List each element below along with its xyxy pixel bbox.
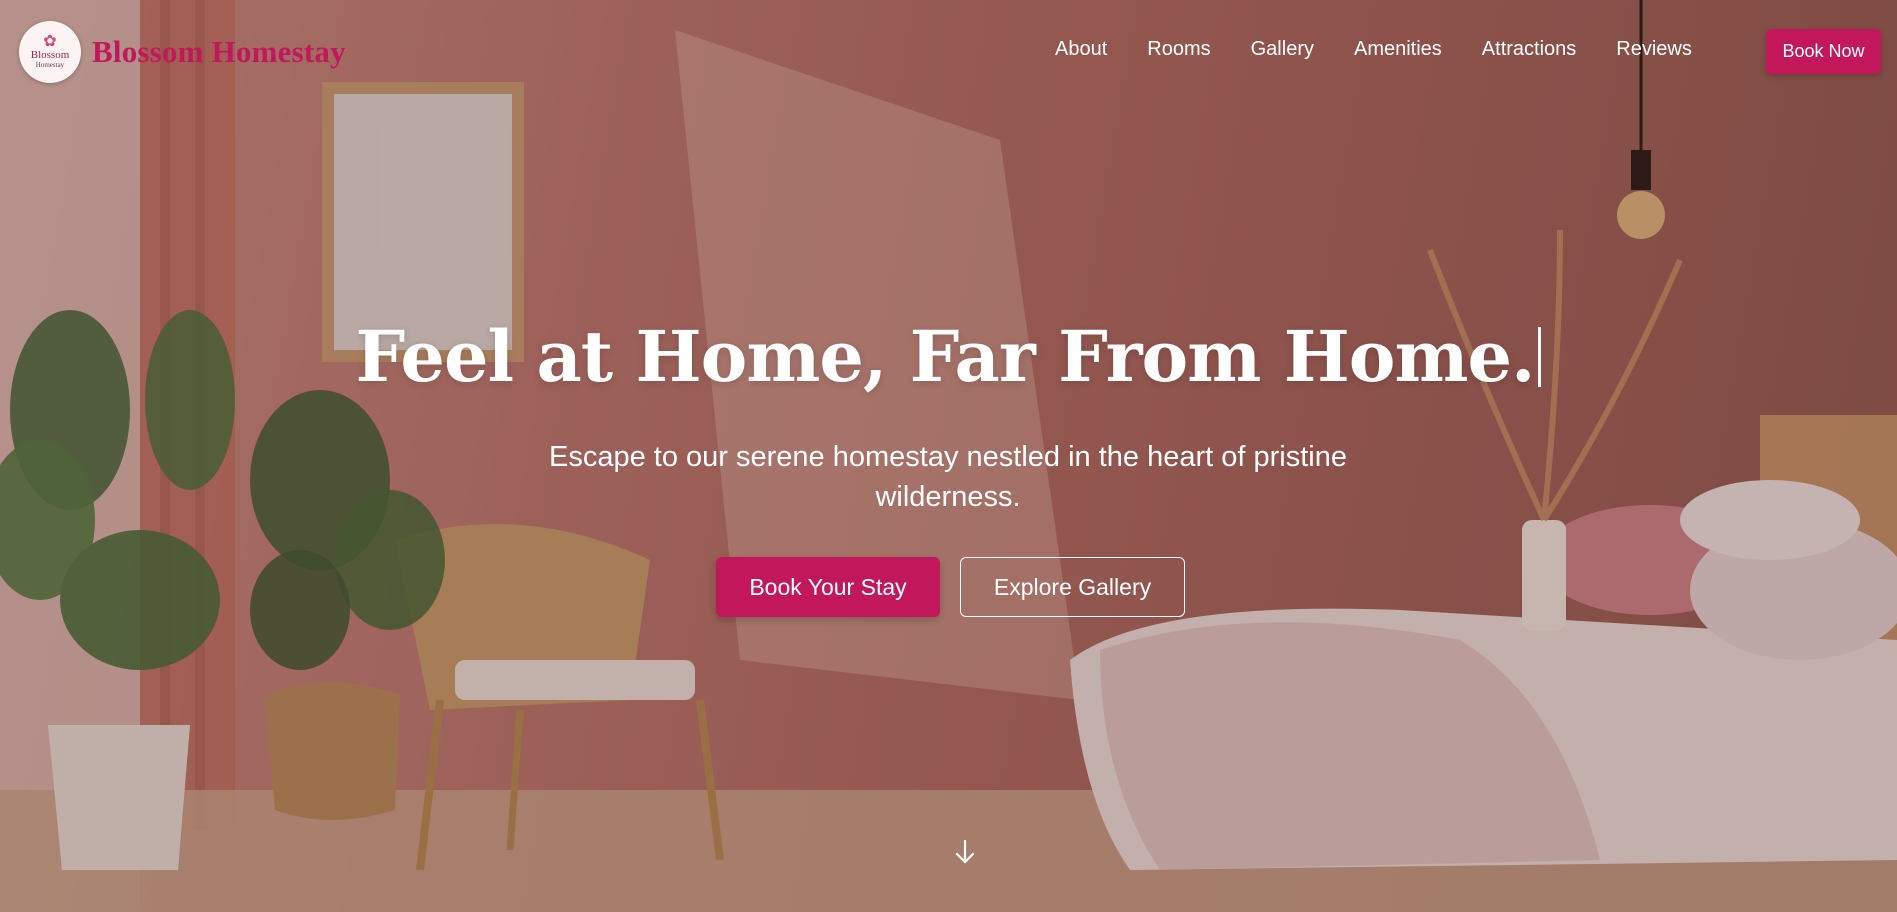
brand-logo[interactable]: ✿ Blossom Homestay	[19, 21, 81, 83]
nav-link-attractions[interactable]: Attractions	[1482, 38, 1576, 61]
hero-cta-row: Book Your Stay Explore Gallery	[716, 557, 1185, 617]
book-your-stay-button[interactable]: Book Your Stay	[716, 557, 940, 617]
brand[interactable]: ✿ Blossom Homestay Blossom Homestay	[19, 21, 346, 83]
book-now-button[interactable]: Book Now	[1766, 29, 1881, 74]
hero-subtitle: Escape to our serene homestay nestled in…	[549, 441, 1347, 513]
nav-link-reviews[interactable]: Reviews	[1616, 38, 1692, 61]
nav-link-gallery[interactable]: Gallery	[1251, 38, 1314, 61]
hero-title-text: Feel at Home, Far From Home.	[355, 315, 1536, 398]
nav-links: About Rooms Gallery Amenities Attraction…	[1055, 38, 1692, 61]
brand-name[interactable]: Blossom Homestay	[92, 34, 346, 70]
logo-text-line1: Blossom	[30, 49, 70, 61]
typing-caret	[1538, 327, 1542, 387]
nav-link-about[interactable]: About	[1055, 38, 1107, 61]
arrow-down-icon[interactable]	[954, 838, 976, 866]
explore-gallery-button[interactable]: Explore Gallery	[960, 557, 1185, 617]
flower-house-icon: ✿	[43, 33, 57, 50]
hero-title: Feel at Home, Far From Home.	[0, 312, 1897, 402]
nav-link-amenities[interactable]: Amenities	[1354, 38, 1442, 61]
nav-link-rooms[interactable]: Rooms	[1147, 38, 1210, 61]
navbar: ✿ Blossom Homestay Blossom Homestay Abou…	[0, 0, 1897, 102]
logo-text-line2: Homestay	[35, 61, 65, 69]
